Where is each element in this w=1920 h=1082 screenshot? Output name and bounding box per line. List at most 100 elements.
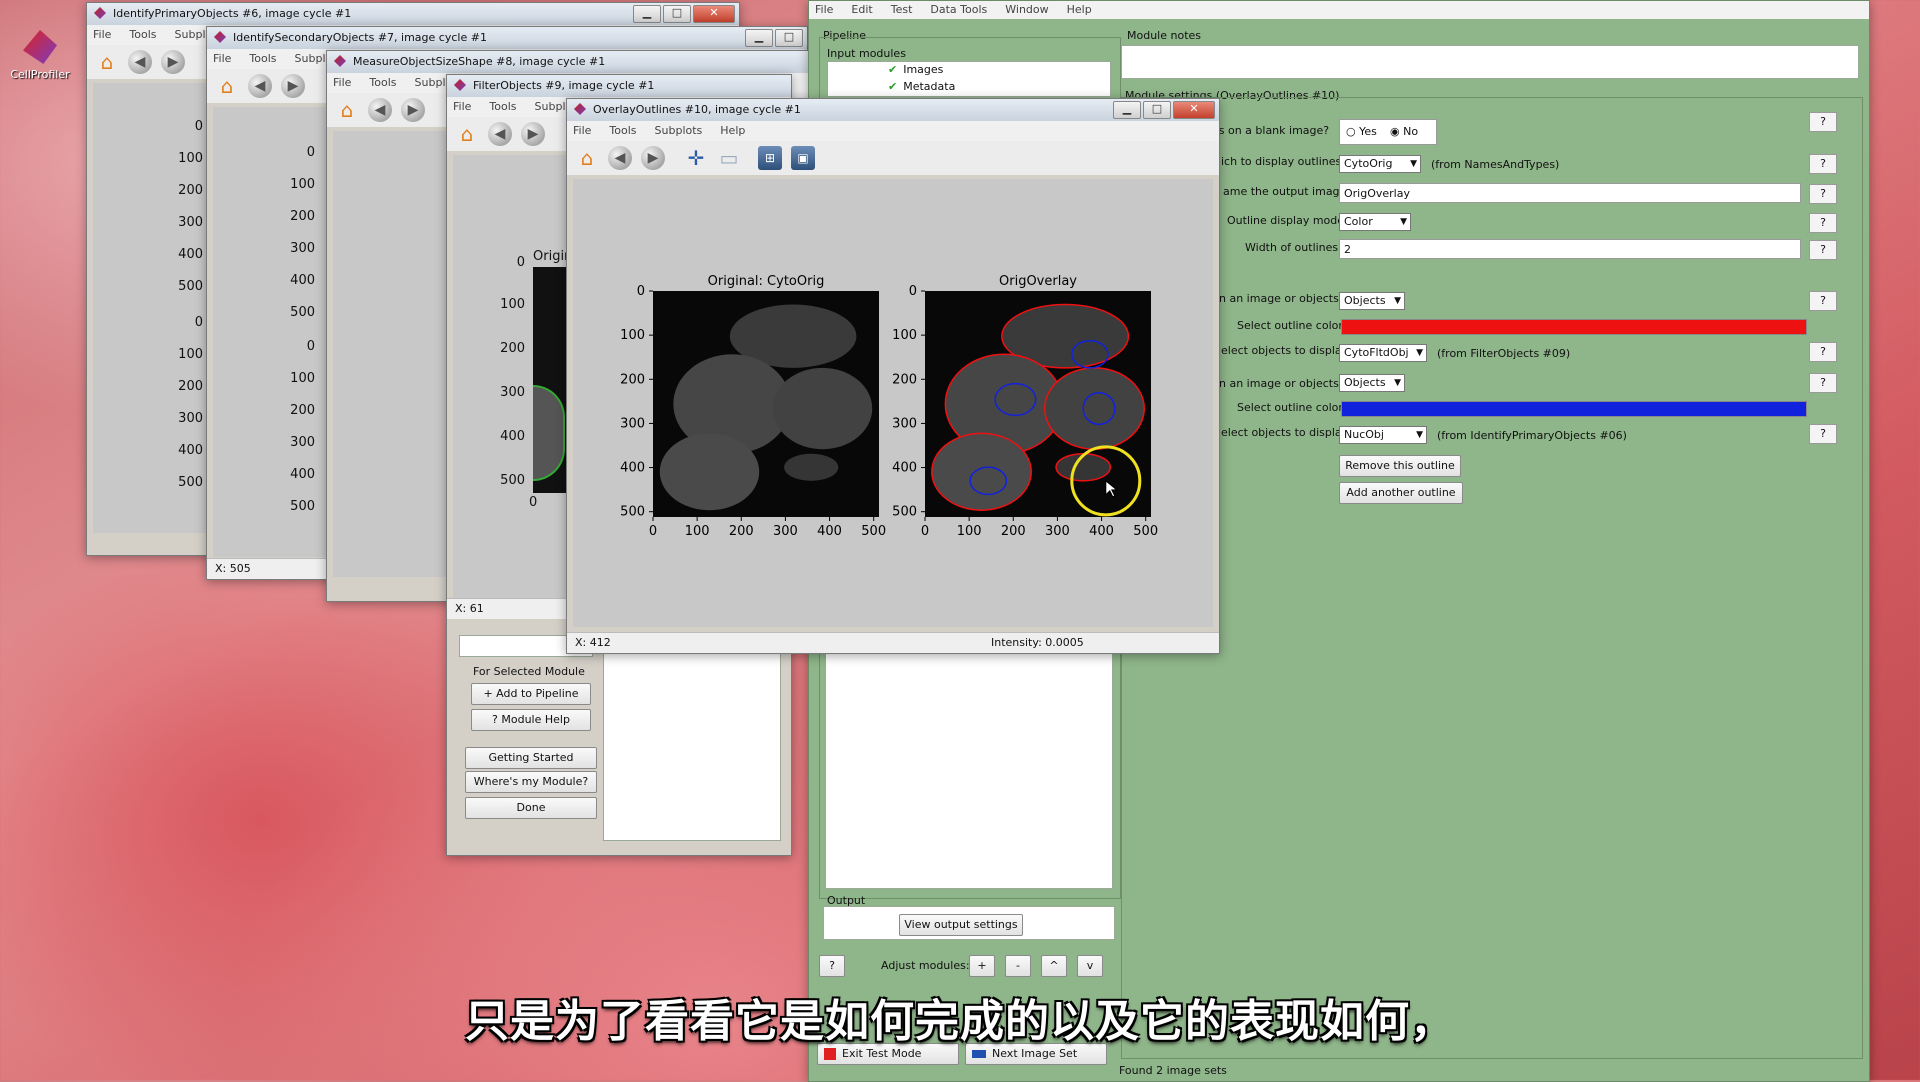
outline-width-field[interactable]: 2 (1339, 239, 1801, 259)
help-kind2-button[interactable]: ? (1809, 373, 1837, 393)
back-icon[interactable]: ◀ (128, 50, 152, 74)
menu-subplots[interactable]: Subplots (655, 124, 703, 137)
back-icon[interactable]: ◀ (488, 122, 512, 146)
forward-icon[interactable]: ▶ (281, 74, 305, 98)
select-value: Objects (1344, 294, 1386, 307)
help-kind1-button[interactable]: ? (1809, 291, 1837, 311)
menu-file[interactable]: File (453, 100, 471, 113)
menu-test[interactable]: Test (891, 3, 913, 16)
minimize-button[interactable]: ▁ (633, 5, 661, 23)
module-help-button[interactable]: ? Module Help (471, 709, 591, 731)
remove-outline-button[interactable]: Remove this outline (1339, 455, 1461, 477)
desktop-icon-cellprofiler[interactable]: CellProfiler (8, 30, 72, 81)
where-module-button[interactable]: Where's my Module? (465, 771, 597, 793)
help-width-button[interactable]: ? (1809, 240, 1837, 260)
add-outline-button[interactable]: Add another outline (1339, 482, 1463, 504)
move-up-button[interactable]: ^ (1041, 955, 1067, 977)
menu-tools[interactable]: Tools (129, 28, 156, 41)
menu-tools[interactable]: Tools (369, 76, 396, 89)
display-mode-select[interactable]: Color ▼ (1339, 213, 1411, 231)
home-icon[interactable]: ⌂ (575, 146, 599, 170)
outline1-kind-select[interactable]: Objects ▼ (1339, 292, 1405, 310)
input-module-metadata[interactable]: ✔ Metadata (888, 80, 955, 93)
window-title-bar[interactable]: FilterObjects #9, image cycle #1 (447, 75, 791, 97)
back-icon[interactable]: ◀ (368, 98, 392, 122)
help-mode-button[interactable]: ? (1809, 213, 1837, 233)
menu-file[interactable]: File (93, 28, 111, 41)
window-title-bar[interactable]: IdentifyPrimaryObjects #6, image cycle #… (87, 3, 739, 25)
forward-icon[interactable]: ▶ (641, 146, 665, 170)
radio-yes[interactable]: ○ Yes (1346, 125, 1377, 138)
zoom-rect-icon[interactable]: ▭ (717, 146, 741, 170)
output-image-field[interactable]: OrigOverlay (1339, 183, 1801, 203)
menu-tools[interactable]: Tools (609, 124, 636, 137)
analysis-modules-list[interactable] (825, 651, 1113, 889)
menu-help[interactable]: Help (1067, 3, 1092, 16)
forward-icon[interactable]: ▶ (161, 50, 185, 74)
maximize-button[interactable]: □ (663, 5, 691, 23)
radio-no[interactable]: ◉ No (1390, 125, 1418, 138)
forward-icon[interactable]: ▶ (521, 122, 545, 146)
window-title: IdentifySecondaryObjects #7, image cycle… (233, 31, 487, 44)
home-icon[interactable]: ⌂ (215, 74, 239, 98)
forward-icon[interactable]: ▶ (401, 98, 425, 122)
minimize-button[interactable]: ▁ (1113, 101, 1141, 119)
maximize-button[interactable]: □ (1143, 101, 1171, 119)
select-value: NucObj (1344, 428, 1384, 441)
home-icon[interactable]: ⌂ (455, 122, 479, 146)
add-to-pipeline-button[interactable]: + Add to Pipeline (471, 683, 591, 705)
menu-tools[interactable]: Tools (489, 100, 516, 113)
input-modules-list[interactable]: ✔ Images ✔ Metadata (827, 61, 1111, 97)
outline2-kind-select[interactable]: Objects ▼ (1339, 374, 1405, 392)
x-tick-label: 0 (649, 524, 657, 539)
y-tick: 400 (178, 247, 203, 262)
close-button[interactable]: ✕ (1173, 101, 1215, 119)
done-button[interactable]: Done (465, 797, 597, 819)
window-title-bar[interactable]: IdentifySecondaryObjects #7, image cycle… (207, 27, 807, 49)
menu-file[interactable]: File (573, 124, 591, 137)
x-tick-label: 100 (957, 524, 982, 539)
maximize-button[interactable]: □ (775, 29, 803, 47)
subplots-config-icon[interactable]: ⊞ (758, 146, 782, 170)
y-tick-label: 100 (620, 328, 645, 343)
display-image-select[interactable]: CytoOrig ▼ (1339, 155, 1421, 173)
window-title-bar[interactable]: OverlayOutlines #10, image cycle #1 ▁ □ ✕ (567, 99, 1219, 121)
menu-help[interactable]: Help (720, 124, 745, 137)
menu-data-tools[interactable]: Data Tools (930, 3, 987, 16)
minimize-button[interactable]: ▁ (745, 29, 773, 47)
help-obj1-button[interactable]: ? (1809, 342, 1837, 362)
pan-icon[interactable]: ✛ (684, 146, 708, 170)
back-icon[interactable]: ◀ (248, 74, 272, 98)
menu-file[interactable]: File (213, 52, 231, 65)
help-output-button[interactable]: ? (1809, 184, 1837, 204)
save-figure-icon[interactable]: ▣ (791, 146, 815, 170)
app-logo-icon (454, 79, 466, 91)
home-icon[interactable]: ⌂ (335, 98, 359, 122)
window-title-bar[interactable]: MeasureObjectSizeShape #8, image cycle #… (327, 51, 887, 73)
home-icon[interactable]: ⌂ (95, 50, 119, 74)
outline1-objects-select[interactable]: CytoFltdObj ▼ (1339, 344, 1427, 362)
help-blank-button[interactable]: ? (1809, 112, 1837, 132)
view-output-settings-button[interactable]: View output settings (899, 914, 1023, 936)
remove-module-button[interactable]: - (1005, 955, 1031, 977)
window-overlay-outlines[interactable]: OverlayOutlines #10, image cycle #1 ▁ □ ✕ … (566, 98, 1220, 654)
help-display-button[interactable]: ? (1809, 154, 1837, 174)
pipeline-help-button[interactable]: ? (819, 955, 845, 977)
back-icon[interactable]: ◀ (608, 146, 632, 170)
outline1-color-swatch[interactable] (1341, 319, 1807, 335)
menu-file[interactable]: File (815, 3, 833, 16)
module-notes-field[interactable] (1121, 45, 1859, 79)
menu-window[interactable]: Window (1005, 3, 1048, 16)
move-down-button[interactable]: v (1077, 955, 1103, 977)
help-obj2-button[interactable]: ? (1809, 424, 1837, 444)
close-button[interactable]: ✕ (693, 5, 735, 23)
outline2-color-swatch[interactable] (1341, 401, 1807, 417)
menu-file[interactable]: File (333, 76, 351, 89)
input-module-images[interactable]: ✔ Images (888, 63, 943, 76)
menu-tools[interactable]: Tools (249, 52, 276, 65)
menu-edit[interactable]: Edit (851, 3, 872, 16)
outline2-objects-select[interactable]: NucObj ▼ (1339, 426, 1427, 444)
add-module-button[interactable]: + (969, 955, 995, 977)
display-mode-label: Outline display mode (1227, 214, 1345, 227)
getting-started-button[interactable]: Getting Started (465, 747, 597, 769)
